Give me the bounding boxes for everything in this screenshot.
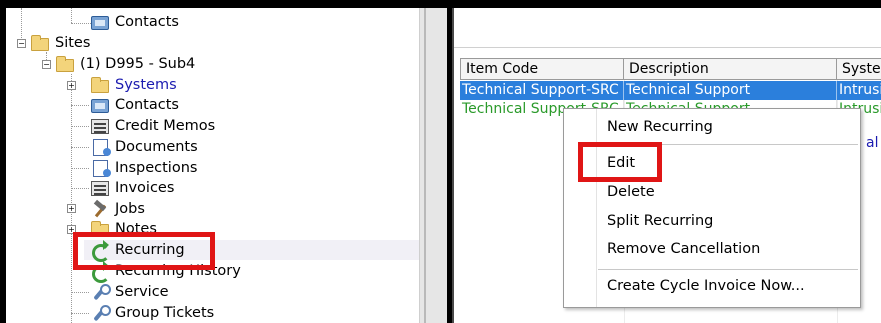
tree-item-sites[interactable]: Sites	[31, 33, 90, 53]
table-row[interactable]: Technical Support-SRC Technical Support …	[460, 81, 881, 100]
tree-item-service[interactable]: Service	[91, 282, 169, 302]
tree-item-label: Inspections	[115, 160, 198, 176]
tree-item-label: Contacts	[115, 97, 179, 113]
memo-icon	[91, 180, 111, 197]
document-icon	[91, 159, 111, 177]
partial-cell-text: al	[866, 135, 879, 151]
menu-separator	[598, 269, 858, 270]
tree-item-label: Contacts	[115, 14, 179, 30]
collapse-toggle-sites[interactable]: −	[17, 39, 26, 48]
folder-icon	[91, 76, 111, 94]
contact-card-icon	[91, 14, 111, 31]
folder-icon	[91, 220, 111, 238]
cell-system: Intrusion	[837, 81, 881, 100]
tree-connector	[21, 8, 22, 42]
cell-item-code: Technical Support-SRC	[460, 81, 624, 100]
folder-icon	[56, 55, 76, 73]
tree-connector	[71, 74, 72, 323]
menu-item-remove-cancellation[interactable]: Remove Cancellation	[607, 238, 760, 260]
tree-connector	[71, 126, 89, 127]
tree-item-label: Credit Memos	[115, 118, 216, 134]
expand-toggle-jobs[interactable]: +	[67, 204, 76, 213]
tree-item-label: Sites	[55, 35, 91, 51]
wrench-icon	[91, 283, 111, 301]
recurring-arrows-icon	[91, 263, 111, 283]
tree-item-label: Documents	[115, 139, 198, 155]
recurring-arrows-icon	[91, 242, 111, 262]
tree-connector	[71, 168, 89, 169]
tree-item-jobs[interactable]: Jobs	[91, 199, 145, 219]
tree-connector	[71, 147, 89, 148]
grid-toolbar-area	[454, 8, 881, 48]
column-header-system[interactable]: System	[837, 58, 881, 80]
menu-item-edit[interactable]: Edit	[607, 152, 635, 174]
column-header-description[interactable]: Description	[624, 58, 837, 80]
panel-splitter[interactable]	[419, 8, 447, 323]
tree-connector	[71, 313, 89, 314]
context-menu: New Recurring Edit Delete Split Recurrin…	[563, 108, 861, 308]
tree-connector	[71, 105, 89, 106]
tree-item-site-d995[interactable]: (1) D995 - Sub4	[56, 54, 195, 74]
contact-card-icon	[91, 97, 111, 114]
tree-connector	[71, 292, 89, 293]
menu-item-create-cycle-invoice[interactable]: Create Cycle Invoice Now...	[607, 275, 805, 297]
tree-item-label: Invoices	[115, 180, 175, 196]
tree-item-label: Systems	[115, 77, 177, 93]
tree-item-invoices[interactable]: Invoices	[91, 178, 174, 198]
tree-item-credit-memos[interactable]: Credit Memos	[91, 116, 215, 136]
menu-icon-gutter	[596, 109, 597, 307]
tree-item-label: Recurring History	[115, 263, 241, 279]
tree-item-documents[interactable]: Documents	[91, 137, 198, 157]
expand-toggle-notes[interactable]: +	[67, 225, 76, 234]
tree-item-group-tickets[interactable]: Group Tickets	[91, 303, 214, 323]
wrench-icon	[91, 304, 111, 322]
memo-icon	[91, 118, 111, 135]
navigation-tree[interactable]: Contacts − Sites − (1) D995 - Sub4 + Sys…	[6, 8, 419, 323]
tree-item-label: Notes	[115, 221, 157, 237]
menu-item-split-recurring[interactable]: Split Recurring	[607, 210, 713, 232]
tree-item-inspections[interactable]: Inspections	[91, 158, 197, 178]
tree-item-notes[interactable]: Notes	[91, 219, 157, 239]
tree-connector	[71, 188, 89, 189]
tree-item-contacts-top[interactable]: Contacts	[91, 12, 179, 32]
tree-item-recurring[interactable]: Recurring	[84, 240, 419, 262]
tree-connector	[71, 8, 72, 23]
tree-item-label: Service	[115, 284, 169, 300]
tree-item-label: Group Tickets	[115, 305, 215, 321]
document-icon	[91, 138, 111, 156]
tree-item-label: Recurring	[115, 242, 185, 258]
splitter-groove	[424, 8, 426, 323]
menu-item-new-recurring[interactable]: New Recurring	[607, 116, 713, 138]
collapse-toggle-site[interactable]: −	[42, 60, 51, 69]
menu-item-delete[interactable]: Delete	[607, 181, 655, 203]
tree-item-recurring-history[interactable]: Recurring History	[91, 261, 241, 283]
column-header-item-code[interactable]: Item Code	[460, 58, 624, 80]
folder-icon	[31, 34, 51, 52]
tree-item-contacts[interactable]: Contacts	[91, 95, 179, 115]
tree-item-label: (1) D995 - Sub4	[80, 56, 196, 72]
tree-connector	[71, 23, 91, 24]
app-window: Contacts − Sites − (1) D995 - Sub4 + Sys…	[0, 0, 881, 323]
hammer-icon	[91, 201, 111, 218]
menu-separator	[598, 144, 858, 145]
cell-description: Technical Support	[624, 81, 837, 100]
tree-item-systems[interactable]: Systems	[91, 75, 177, 95]
tree-item-label: Jobs	[115, 201, 145, 217]
expand-toggle-systems[interactable]: +	[67, 81, 76, 90]
